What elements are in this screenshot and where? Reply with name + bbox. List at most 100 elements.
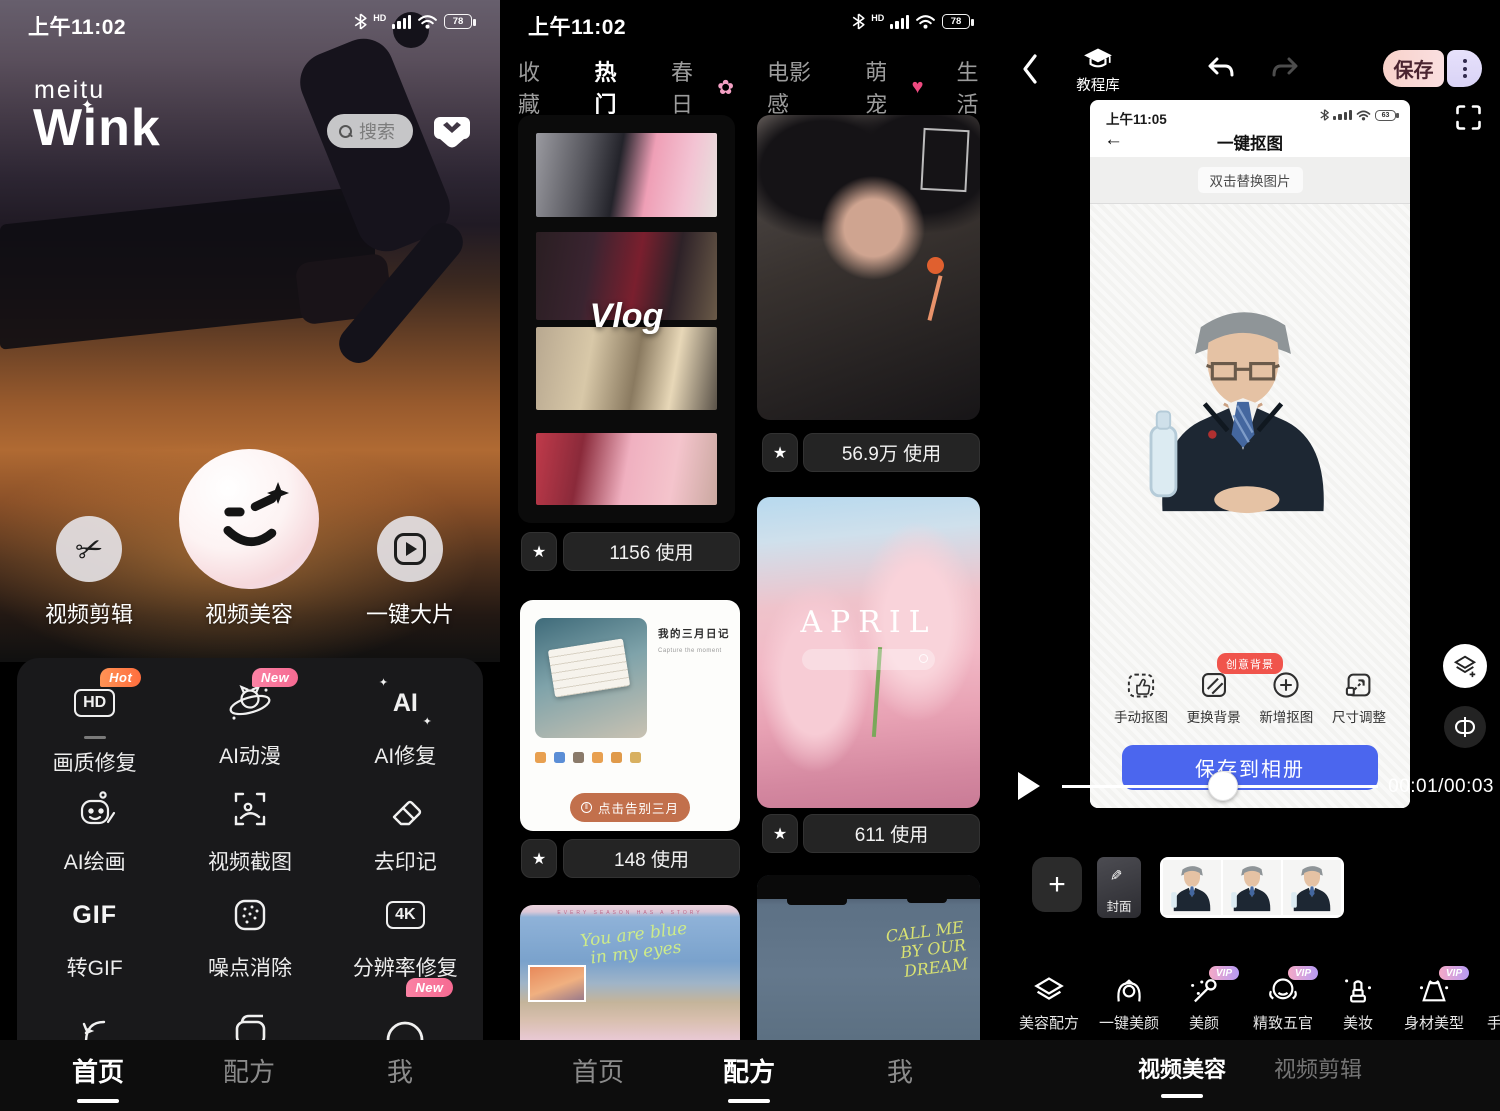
add-cutout-button[interactable]: 新增抠图: [1253, 670, 1319, 726]
wifi-icon: [417, 14, 438, 30]
replace-hint[interactable]: 双击替换图片: [1198, 167, 1303, 193]
usage-count-pill[interactable]: 56.9万 使用: [803, 433, 980, 472]
back-button[interactable]: [1020, 52, 1040, 91]
favorite-star-button[interactable]: ★: [521, 532, 557, 571]
feature-ai-repair[interactable]: AI ✦ ✦ AI修复: [328, 680, 483, 786]
nav-video-clip[interactable]: 视频剪辑: [1268, 1052, 1368, 1084]
time-display: 00:01/00:03: [1388, 776, 1494, 798]
tool-beauty[interactable]: VIP 美颜: [1165, 975, 1243, 1033]
tutorial-library-button[interactable]: 教程库: [1066, 46, 1130, 95]
one-tap-film-button[interactable]: [377, 516, 443, 582]
cutout-tools-row: 手动抠图 更换背景 新增抠图: [1108, 670, 1392, 726]
ai-anime-icon: New: [226, 680, 274, 726]
cutout-subject-man: [1128, 280, 1358, 520]
tab-life[interactable]: 生活: [956, 55, 1000, 119]
playhead-handle[interactable]: [1208, 771, 1238, 801]
star-icon: ★: [532, 849, 546, 869]
feature-remove-mark[interactable]: 去印记: [328, 786, 483, 892]
replace-bg-icon: [1199, 670, 1229, 700]
favorite-star-button[interactable]: ★: [762, 814, 798, 853]
tab-pets[interactable]: 萌宠♥: [865, 55, 923, 119]
april-search-pill: [802, 649, 935, 670]
tool-manual-partial[interactable]: 手动: [1472, 975, 1500, 1033]
template-card-girl[interactable]: [757, 115, 980, 420]
favorite-star-button[interactable]: ★: [762, 433, 798, 472]
tool-makeup[interactable]: 美妆: [1319, 975, 1397, 1033]
template-card-vlog[interactable]: Vlog: [518, 115, 735, 523]
tool-fine-features[interactable]: VIP 美妆 精致五官: [1244, 975, 1322, 1033]
filmstrip-frame: [1163, 860, 1221, 915]
preview-status-time: 上午11:05: [1106, 108, 1167, 128]
tool-one-tap-beauty[interactable]: 一键美颜: [1090, 975, 1168, 1033]
feature-to-gif[interactable]: GIF 转GIF: [17, 892, 172, 998]
tab-favorites[interactable]: 收藏: [518, 55, 562, 119]
diary-cta-button[interactable]: ‖ 点击告别三月: [570, 793, 690, 822]
home-screen: 上午11:02 HD 78 meitu Wink ✦ 搜索 ✂ 视频剪辑 视频美…: [0, 0, 500, 1111]
feature-video-screenshot[interactable]: 视频截图: [172, 786, 327, 892]
cover-thumbnail[interactable]: ✎ 封面: [1097, 857, 1141, 918]
filmstrip[interactable]: [1160, 857, 1344, 918]
template-card-march-diary[interactable]: 我的三月日记 Capture the moment ‖ 点击告别三月: [520, 600, 740, 831]
add-clip-button[interactable]: +: [1032, 857, 1082, 912]
search-icon: [919, 654, 928, 663]
feature-partial-1[interactable]: [17, 998, 172, 1040]
redo-icon: [1270, 54, 1300, 82]
nav-recipes[interactable]: 配方: [199, 1052, 299, 1089]
replace-background-button[interactable]: 更换背景: [1181, 670, 1247, 726]
template-card-april[interactable]: APRIL: [757, 497, 980, 808]
scissors-icon: ✂: [70, 527, 108, 572]
usage-count-pill[interactable]: 1156 使用: [563, 532, 740, 571]
creative-bg-badge: 创意背景: [1217, 653, 1283, 674]
preview-title: 一键抠图: [1090, 130, 1410, 154]
play-button[interactable]: [1018, 772, 1040, 800]
diary-title: 我的三月日记: [658, 626, 730, 641]
editor-screen: 教程库 保存 上午11:05 63 ← 一键抠图 双击替换图片: [1000, 0, 1500, 1111]
feature-ai-anime[interactable]: New AI动漫: [172, 680, 327, 786]
feature-quality-repair[interactable]: HD Hot 画质修复: [17, 680, 172, 786]
search-input[interactable]: 搜索: [327, 114, 413, 148]
status-icons: HD 78: [354, 13, 472, 30]
video-clip-button[interactable]: ✂: [56, 516, 122, 582]
robot-icon: [72, 786, 118, 832]
save-button[interactable]: 保存: [1383, 50, 1444, 87]
feature-partial-3[interactable]: New: [328, 998, 483, 1040]
nav-video-beauty[interactable]: 视频美容: [1132, 1052, 1232, 1084]
tab-hot[interactable]: 热门: [595, 55, 639, 119]
preview-status-icons: 63: [1320, 109, 1396, 121]
tab-spring[interactable]: 春日✿: [671, 55, 734, 119]
usage-count-pill[interactable]: 148 使用: [563, 839, 740, 878]
template-card-dream[interactable]: CALL MEBY OURDREAM: [757, 875, 980, 1040]
resize-button[interactable]: 尺寸调整: [1326, 670, 1392, 726]
favorite-star-button[interactable]: ★: [521, 839, 557, 878]
vip-badge: VIP: [1439, 966, 1469, 980]
usage-count-pill[interactable]: 611 使用: [803, 814, 980, 853]
status-time: 上午11:02: [28, 11, 126, 41]
tool-beauty-recipe[interactable]: 美容配方: [1010, 975, 1088, 1033]
hd-indicator: HD: [373, 13, 386, 23]
video-preview[interactable]: 上午11:05 63 ← 一键抠图 双击替换图片: [1090, 100, 1410, 808]
more-menu-button[interactable]: [1447, 50, 1482, 87]
add-circle-icon: [1271, 670, 1301, 700]
redo-button[interactable]: [1270, 54, 1300, 87]
layers-add-button[interactable]: [1443, 644, 1487, 688]
nav-me[interactable]: 我: [850, 1052, 950, 1089]
feature-resolution-repair[interactable]: 4K 分辨率修复: [328, 892, 483, 998]
feature-partial-2[interactable]: [172, 998, 327, 1040]
template-card-beach[interactable]: EVERY SEASON HAS A STORY You are bluein …: [520, 905, 740, 1040]
nav-recipes[interactable]: 配方: [699, 1052, 799, 1089]
nav-home[interactable]: 首页: [48, 1052, 148, 1089]
feature-ai-paint[interactable]: AI绘画: [17, 786, 172, 892]
feature-denoise[interactable]: 噪点消除: [172, 892, 327, 998]
nav-me[interactable]: 我: [350, 1052, 450, 1089]
video-beauty-button[interactable]: [179, 449, 319, 589]
tab-cinematic[interactable]: 电影感: [767, 55, 832, 119]
compare-button[interactable]: [1444, 706, 1486, 748]
manual-cutout-button[interactable]: 手动抠图: [1108, 670, 1174, 726]
plus-icon: +: [1048, 870, 1066, 900]
vip-badge-icon[interactable]: [432, 113, 472, 154]
save-to-album-button[interactable]: 保存到相册: [1122, 745, 1378, 790]
tool-body-shape[interactable]: VIP 身材美型: [1395, 975, 1473, 1033]
undo-button[interactable]: [1206, 54, 1236, 87]
nav-home[interactable]: 首页: [548, 1052, 648, 1089]
fullscreen-button[interactable]: [1455, 104, 1482, 136]
